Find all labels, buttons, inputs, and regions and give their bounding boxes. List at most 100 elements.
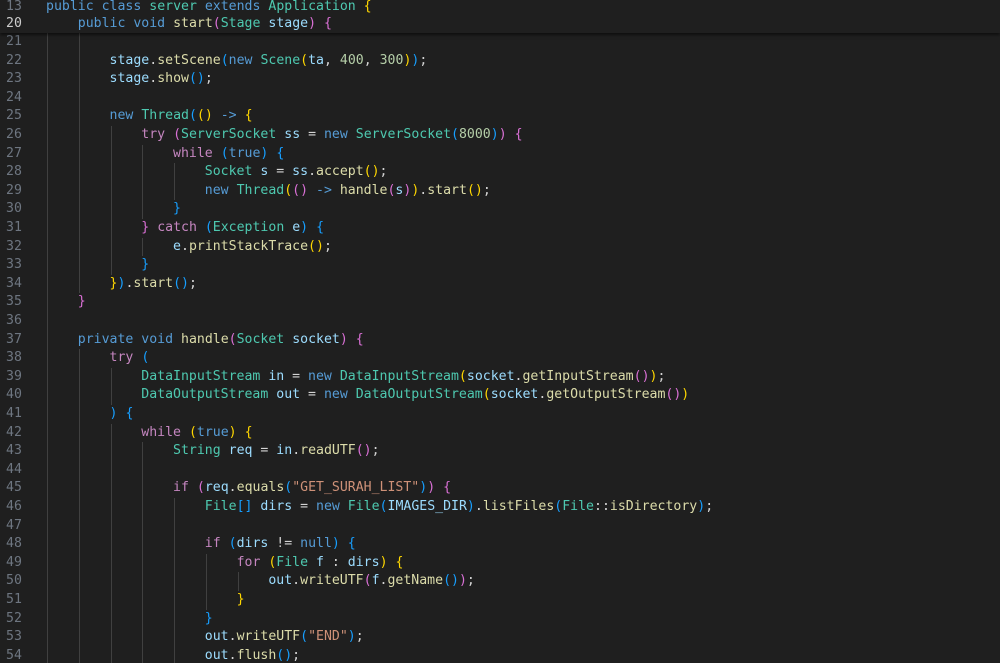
code-line[interactable]: 28 Socket s = ss.accept();: [0, 163, 1000, 182]
code-token: ,: [324, 52, 340, 68]
code-token: new: [204, 182, 229, 198]
code-line[interactable]: 45 if (req.equals("GET_SURAH_LIST")) {: [0, 479, 1000, 498]
code-line[interactable]: 39 DataInputStream in = new DataInputStr…: [0, 368, 1000, 387]
code-token: =: [300, 387, 324, 403]
line-number: 44: [6, 461, 22, 477]
code-text: }: [46, 256, 149, 275]
code-line[interactable]: 54 out.flush();: [0, 647, 1000, 663]
code-line[interactable]: 29 new Thread(() -> handle(s)).start();: [0, 182, 1000, 201]
code-line[interactable]: 20 public void start(Stage stage) {: [0, 15, 1000, 34]
line-number: 37: [6, 331, 22, 347]
code-token: stage: [109, 71, 150, 87]
code-token: f: [371, 573, 380, 589]
code-token: (: [379, 499, 388, 514]
line-number: 53: [6, 629, 22, 645]
code-token: show: [157, 71, 189, 87]
code-line[interactable]: 50 out.writeUTF(f.getName());: [0, 572, 1000, 591]
code-text: for (File f : dirs) {: [46, 554, 404, 573]
code-text: try (: [46, 349, 150, 368]
code-token: ;: [705, 499, 714, 514]
code-line[interactable]: 42 while (true) {: [0, 424, 1000, 443]
code-token: .: [228, 647, 237, 663]
code-token: socket: [490, 387, 539, 403]
code-token: while: [173, 145, 213, 161]
code-token: req: [228, 443, 253, 459]
code-line[interactable]: 36: [0, 312, 1000, 331]
indent-guide: [78, 33, 80, 294]
code-token: (): [633, 368, 650, 384]
code-line[interactable]: 34 }).start();: [0, 275, 1000, 294]
code-line[interactable]: 48 if (dirs != null) {: [0, 535, 1000, 554]
code-line[interactable]: 51 }: [0, 591, 1000, 610]
code-line[interactable]: 26 try (ServerSocket ss = new ServerSock…: [0, 126, 1000, 145]
line-number: 27: [6, 145, 22, 161]
code-token: dirs: [260, 499, 293, 514]
code-token: ): [379, 554, 388, 570]
code-line[interactable]: 22 stage.setScene(new Scene(ta, 400, 300…: [0, 52, 1000, 71]
indent-guide: [237, 572, 239, 591]
code-line[interactable]: 37 private void handle(Socket socket) {: [0, 331, 1000, 350]
code-text: File[] dirs = new File(IMAGES_DIR).listF…: [46, 498, 713, 517]
code-line[interactable]: 31 } catch (Exception e) {: [0, 219, 1000, 238]
line-number: 20: [6, 16, 22, 31]
code-token: .: [149, 71, 158, 87]
code-token: ): [347, 629, 356, 645]
code-token: ServerSocket: [355, 127, 452, 142]
sticky-scroll-header[interactable]: 13 public class server extends Applicatio…: [0, 0, 1000, 33]
code-line[interactable]: 30 }: [0, 200, 1000, 219]
code-line[interactable]: 52 }: [0, 610, 1000, 629]
code-line[interactable]: 49 for (File f : dirs) {: [0, 554, 1000, 573]
code-token: =: [284, 368, 309, 384]
code-token: handle: [339, 182, 388, 198]
code-line[interactable]: 27 while (true) {: [0, 145, 1000, 164]
code-line[interactable]: 25 new Thread(() -> {: [0, 107, 1000, 126]
code-line[interactable]: 38 try (: [0, 349, 1000, 368]
code-token: (: [284, 182, 293, 198]
code-token: start: [133, 275, 174, 291]
code-token: start: [427, 182, 467, 198]
code-line[interactable]: 23 stage.show();: [0, 70, 1000, 89]
code-line[interactable]: 33 }: [0, 256, 1000, 275]
code-line[interactable]: 24: [0, 89, 1000, 108]
line-number: 52: [6, 610, 22, 626]
line-number: 38: [6, 350, 22, 366]
code-text: public void start(Stage stage) {: [46, 15, 332, 34]
code-token: (: [204, 220, 213, 235]
code-token: readUTF: [300, 443, 356, 459]
code-line[interactable]: 43 String req = in.readUTF();: [0, 442, 1000, 461]
code-token: ): [697, 499, 706, 514]
code-token: (: [196, 480, 205, 496]
code-line[interactable]: 41 ) {: [0, 405, 1000, 424]
code-token: (: [220, 145, 229, 161]
code-token: new: [228, 52, 253, 68]
code-line[interactable]: 32 e.printStackTrace();: [0, 238, 1000, 257]
code-token: =: [300, 127, 324, 142]
code-token: req: [204, 480, 229, 496]
code-line[interactable]: 40 DataOutputStream out = new DataOutput…: [0, 386, 1000, 405]
code-line[interactable]: 44: [0, 461, 1000, 480]
code-line[interactable]: 46 File[] dirs = new File(IMAGES_DIR).li…: [0, 498, 1000, 517]
code-token: ServerSocket: [181, 127, 277, 142]
code-token: String: [173, 443, 221, 459]
code-line[interactable]: 35 }: [0, 293, 1000, 312]
code-line[interactable]: 21: [0, 33, 1000, 52]
code-token: class: [101, 0, 142, 14]
code-token: (: [482, 387, 491, 403]
code-line[interactable]: 53 out.writeUTF("END");: [0, 628, 1000, 647]
code-line[interactable]: 47: [0, 517, 1000, 536]
code-token: new: [109, 108, 134, 124]
code-editor[interactable]: 13 public class server extends Applicatio…: [0, 0, 1000, 663]
code-token: IMAGES_DIR: [387, 499, 467, 514]
code-token: Scene: [260, 52, 301, 68]
line-number: 39: [6, 368, 22, 384]
code-text: }: [46, 293, 86, 312]
code-token: null: [300, 536, 332, 552]
code-token: ->: [308, 182, 340, 198]
